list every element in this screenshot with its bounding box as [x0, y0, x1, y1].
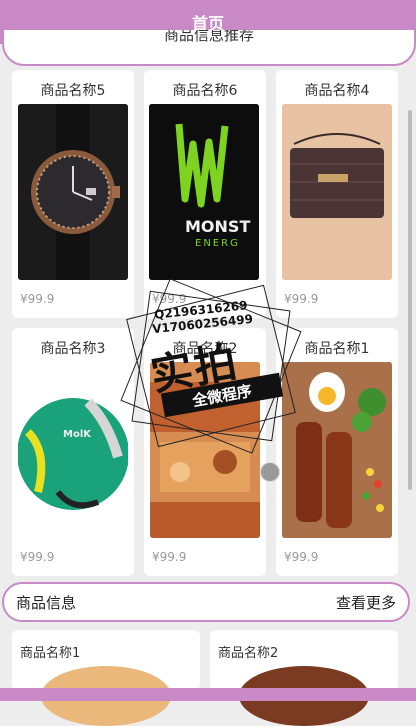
product-price: ¥99.9 [20, 550, 55, 564]
product-card[interactable]: 商品名称4 ¥99.9 [276, 70, 398, 318]
product-price: ¥99.9 [152, 550, 187, 564]
section-title: 商品信息推荐 [163, 30, 254, 44]
monster-brand-text: MONST [185, 217, 250, 236]
info-section-title: 商品信息 [16, 593, 77, 612]
product-name: 商品名称2 [218, 646, 279, 661]
floating-dot[interactable] [260, 462, 280, 482]
product-price: ¥99.9 [20, 292, 55, 306]
product-name: 商品名称6 [172, 83, 238, 99]
product-image-monster: MONST ENERG [149, 104, 259, 280]
product-card[interactable]: 商品名称2 [210, 630, 398, 726]
product-name: 商品名称3 [40, 341, 106, 357]
product-card[interactable]: 商品名称1 [12, 630, 200, 726]
monster-sub-text: ENERG [195, 238, 240, 249]
product-card[interactable]: 商品名称3 MolK ¥99.9 [12, 328, 134, 576]
product-card[interactable]: 商品名称5 ¥99.9 [12, 70, 134, 318]
product-price: ¥99.9 [284, 550, 319, 564]
product-image-soccer-ball: MolK [18, 362, 128, 538]
product-name: 商品名称1 [20, 646, 81, 661]
bottom-tab-bar[interactable] [0, 688, 416, 701]
svg-text:MolK: MolK [63, 429, 92, 440]
section-title-bar: 商品信息推荐 [2, 30, 416, 66]
product-name: 商品名称5 [40, 83, 106, 99]
product-name: 商品名称4 [304, 83, 370, 99]
watermark-stamp: Q2196316269 V17060256499 实拍 全微程序 [120, 278, 302, 454]
view-more-link[interactable]: 查看更多 [336, 592, 396, 613]
product-card[interactable]: 商品名称6 MONST ENERG ¥99.9 [144, 70, 266, 318]
product-image-handbag [282, 104, 392, 280]
product-image-watch [18, 104, 128, 280]
info-section-bar: 商品信息 查看更多 [2, 582, 410, 622]
scrollbar[interactable] [408, 110, 412, 490]
